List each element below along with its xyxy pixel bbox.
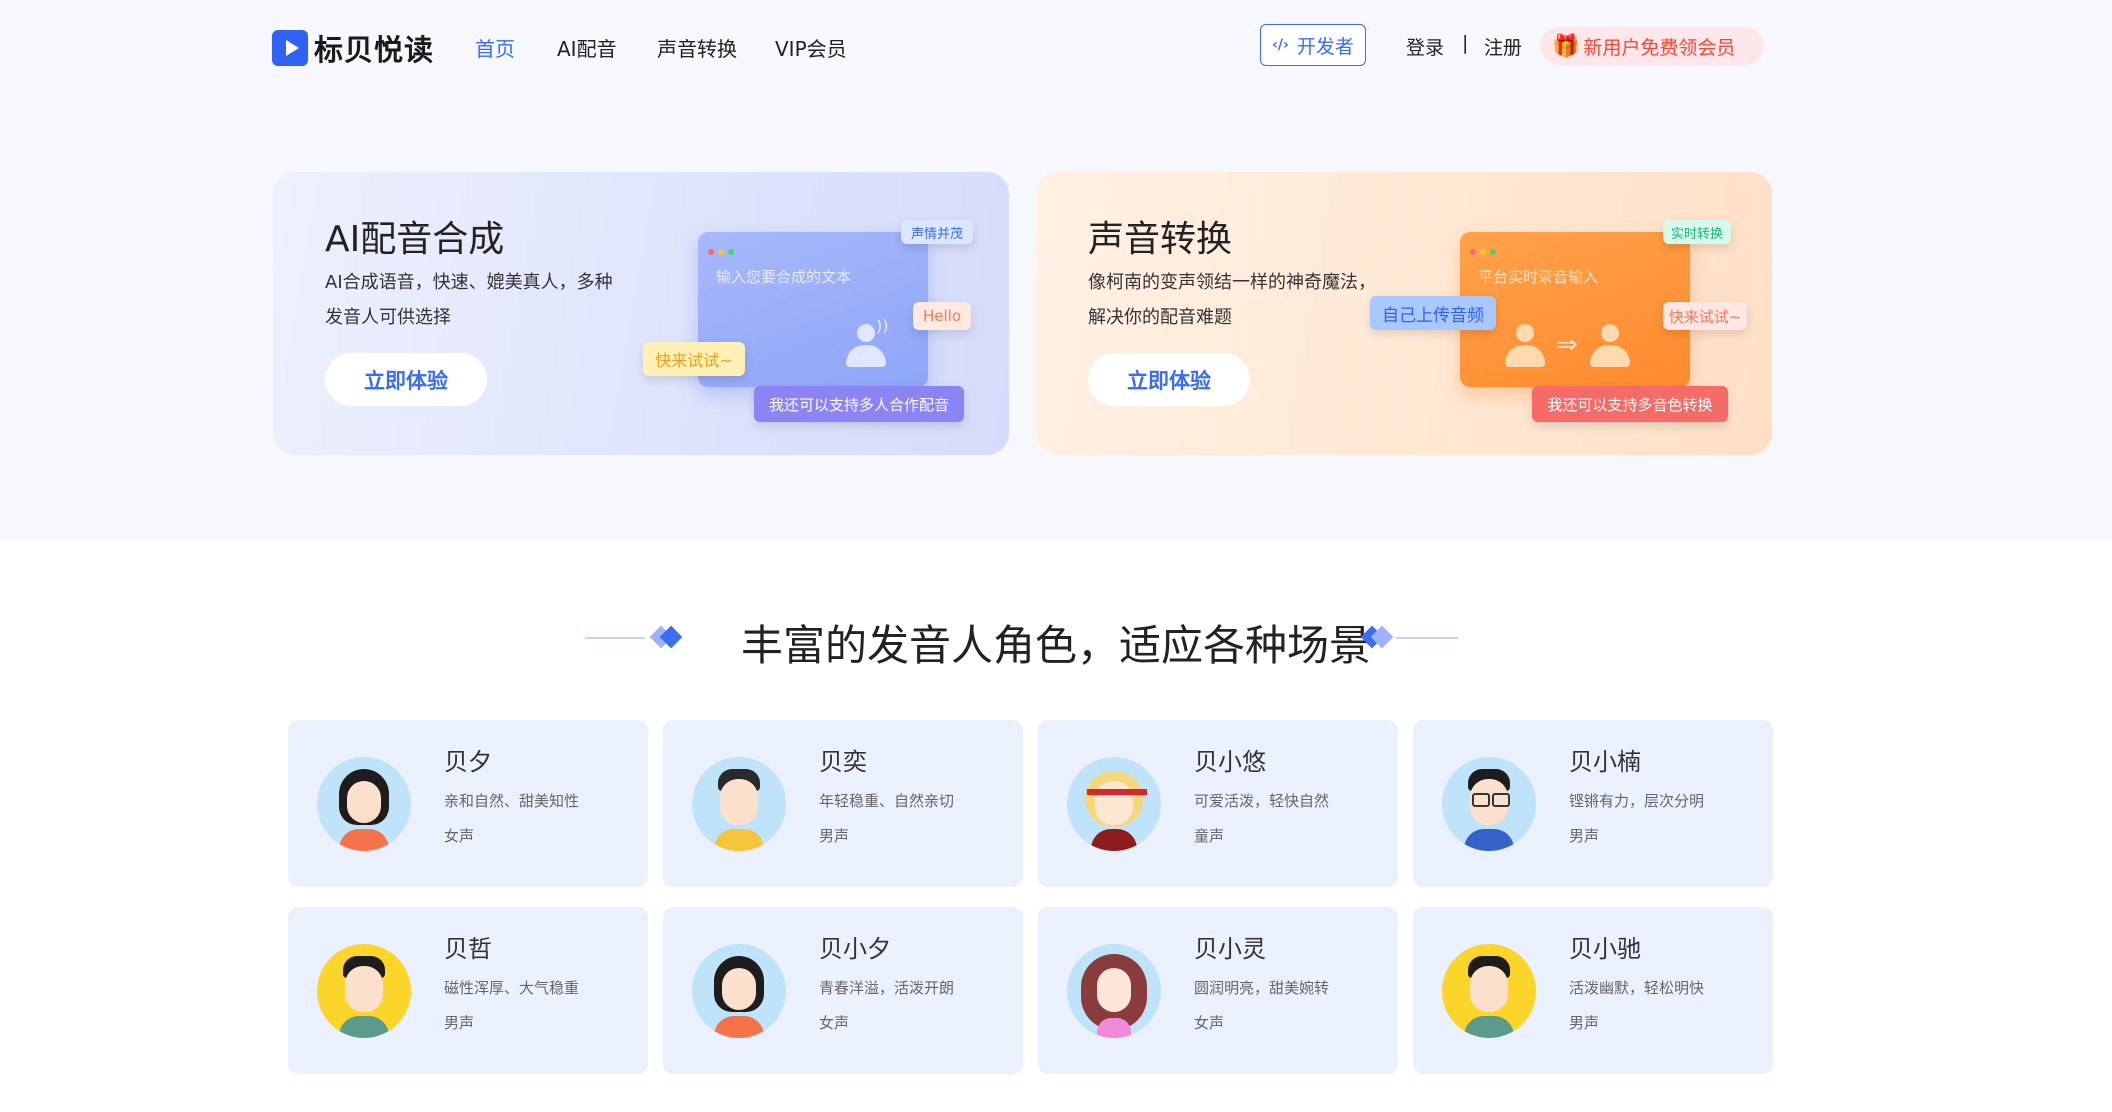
- brand-logo[interactable]: 标贝悦读: [272, 27, 434, 69]
- avatar-female-icon: [317, 757, 411, 851]
- avatar-child-icon: [1067, 757, 1161, 851]
- voice-multi-timbre-tag: 我还可以支持多音色转换: [1532, 386, 1728, 422]
- voice-name: 贝奕: [819, 748, 867, 776]
- voice-card-beizhe[interactable]: 贝哲 磁性浑厚、大气稳重 男声: [288, 907, 648, 1074]
- login-link[interactable]: 登录: [1406, 33, 1444, 60]
- voice-gender: 男声: [819, 827, 850, 845]
- voice-card-beixiaonan[interactable]: 贝小楠 铿锵有力，层次分明 男声: [1413, 720, 1773, 887]
- nav-separator: |: [1462, 32, 1469, 54]
- voice-card-beixiaoling[interactable]: 贝小灵 圆润明亮，甜美婉转 女声: [1038, 907, 1398, 1074]
- nav-home[interactable]: 首页: [475, 33, 515, 62]
- voice-conversion-card[interactable]: 声音转换 像柯南的变声领结一样的神奇魔法，解决你的配音难题 立即体验 平台实时录…: [1036, 172, 1772, 455]
- voice-desc: 铿锵有力，层次分明: [1569, 792, 1705, 810]
- ai-text-placeholder: 输入您要合成的文本: [716, 268, 852, 286]
- voice-gender: 男声: [1569, 1014, 1600, 1032]
- voice-gender: 男声: [1569, 827, 1600, 845]
- nav-ai-dubbing[interactable]: AI配音: [557, 33, 617, 62]
- developer-label: 开发者: [1296, 35, 1354, 58]
- ai-card-desc: AI合成语音，快速、媲美真人，多种发音人可供选择: [325, 272, 613, 328]
- nav-vip[interactable]: VIP会员: [775, 33, 847, 62]
- voice-name: 贝小楠: [1569, 748, 1641, 776]
- developer-button[interactable]: ‹/› 开发者: [1260, 24, 1366, 66]
- voice-try-tag: 快来试试~: [1663, 302, 1747, 330]
- voice-try-button[interactable]: 立即体验: [1088, 353, 1250, 406]
- source-person-icon: [1505, 324, 1545, 370]
- window-dots-icon: [708, 240, 738, 259]
- voice-desc: 圆润明亮，甜美婉转: [1194, 979, 1330, 997]
- gift-icon: 🎁: [1552, 33, 1580, 59]
- upload-audio-tag: 自己上传音频: [1370, 296, 1496, 330]
- hello-tag: Hello: [913, 302, 971, 330]
- voice-name: 贝小驰: [1569, 935, 1641, 963]
- arrow-right-icon: ⇒: [1556, 330, 1578, 360]
- avatar-male-icon: [1442, 944, 1536, 1038]
- voice-card-beixiaoyou[interactable]: 贝小悠 可爱活泼，轻快自然 童声: [1038, 720, 1398, 887]
- voice-desc: 可爱活泼，轻快自然: [1194, 792, 1330, 810]
- top-navbar: 标贝悦读 首页 AI配音 声音转换 VIP会员 ‹/› 开发者 登录 | 注册 …: [0, 0, 2112, 92]
- voice-name: 贝哲: [444, 935, 492, 963]
- ai-dubbing-card[interactable]: AI配音合成 AI合成语音，快速、媲美真人，多种发音人可供选择 立即体验 输入您…: [273, 172, 1009, 455]
- voice-card-beixiaoxi[interactable]: 贝小夕 青春洋溢，活泼开朗 女声: [663, 907, 1023, 1074]
- voice-desc: 亲和自然、甜美知性: [444, 792, 580, 810]
- avatar-male-glasses-icon: [1442, 757, 1536, 851]
- play-logo-icon: [272, 30, 308, 66]
- voice-name: 贝夕: [444, 748, 492, 776]
- voice-name: 贝小灵: [1194, 935, 1266, 963]
- avatar-female-icon: [692, 944, 786, 1038]
- voice-desc: 活泼幽默，轻松明快: [1569, 979, 1705, 997]
- ai-try-button[interactable]: 立即体验: [325, 353, 487, 406]
- target-person-icon: [1590, 324, 1630, 370]
- voice-card-title: 声音转换: [1088, 219, 1233, 260]
- voice-card-beixiaochi[interactable]: 贝小驰 活泼幽默，轻松明快 男声: [1413, 907, 1773, 1074]
- ai-card-title: AI配音合成: [325, 219, 505, 260]
- realtime-tag: 实时转换: [1663, 220, 1731, 244]
- voice-desc: 青春洋溢，活泼开朗: [819, 979, 955, 997]
- brand-name: 标贝悦读: [314, 33, 435, 67]
- voice-name: 贝小悠: [1194, 748, 1266, 776]
- avatar-male-icon: [317, 944, 411, 1038]
- ai-try-tag: 快来试试~: [643, 342, 745, 376]
- voice-record-placeholder: 平台实时录音输入: [1478, 268, 1599, 286]
- voice-gender: 男声: [444, 1014, 475, 1032]
- voice-card-desc: 像柯南的变声领结一样的神奇魔法，解决你的配音难题: [1088, 272, 1376, 328]
- avatar-male-icon: [692, 757, 786, 851]
- title-deco-right-icon: [1360, 623, 1462, 653]
- sound-wave-icon: )): [876, 316, 889, 335]
- voice-card-beixi[interactable]: 贝夕 亲和自然、甜美知性 女声: [288, 720, 648, 887]
- window-dots-icon: [1470, 240, 1500, 259]
- code-icon: ‹/›: [1272, 37, 1289, 53]
- free-vip-promo-button[interactable]: 🎁 新用户免费领会员: [1540, 27, 1764, 65]
- voice-card-beiyi[interactable]: 贝奕 年轻稳重、自然亲切 男声: [663, 720, 1023, 887]
- register-link[interactable]: 注册: [1484, 33, 1522, 60]
- voice-gender: 女声: [819, 1014, 850, 1032]
- voice-gender: 女声: [444, 827, 475, 845]
- ai-multi-speaker-tag: 我还可以支持多人合作配音: [754, 386, 964, 422]
- voice-gender: 女声: [1194, 1014, 1225, 1032]
- nav-voice-conversion[interactable]: 声音转换: [657, 33, 737, 62]
- section-title: 丰富的发音人角色，适应各种场景: [740, 621, 1371, 670]
- voice-desc: 年轻稳重、自然亲切: [819, 792, 955, 810]
- voice-name: 贝小夕: [819, 935, 891, 963]
- voice-gender: 童声: [1194, 827, 1225, 845]
- promo-label: 新用户免费领会员: [1583, 36, 1736, 59]
- voice-desc: 磁性浑厚、大气稳重: [444, 979, 580, 997]
- avatar-female-curly-icon: [1067, 944, 1161, 1038]
- emotion-tag: 声情并茂: [901, 220, 973, 244]
